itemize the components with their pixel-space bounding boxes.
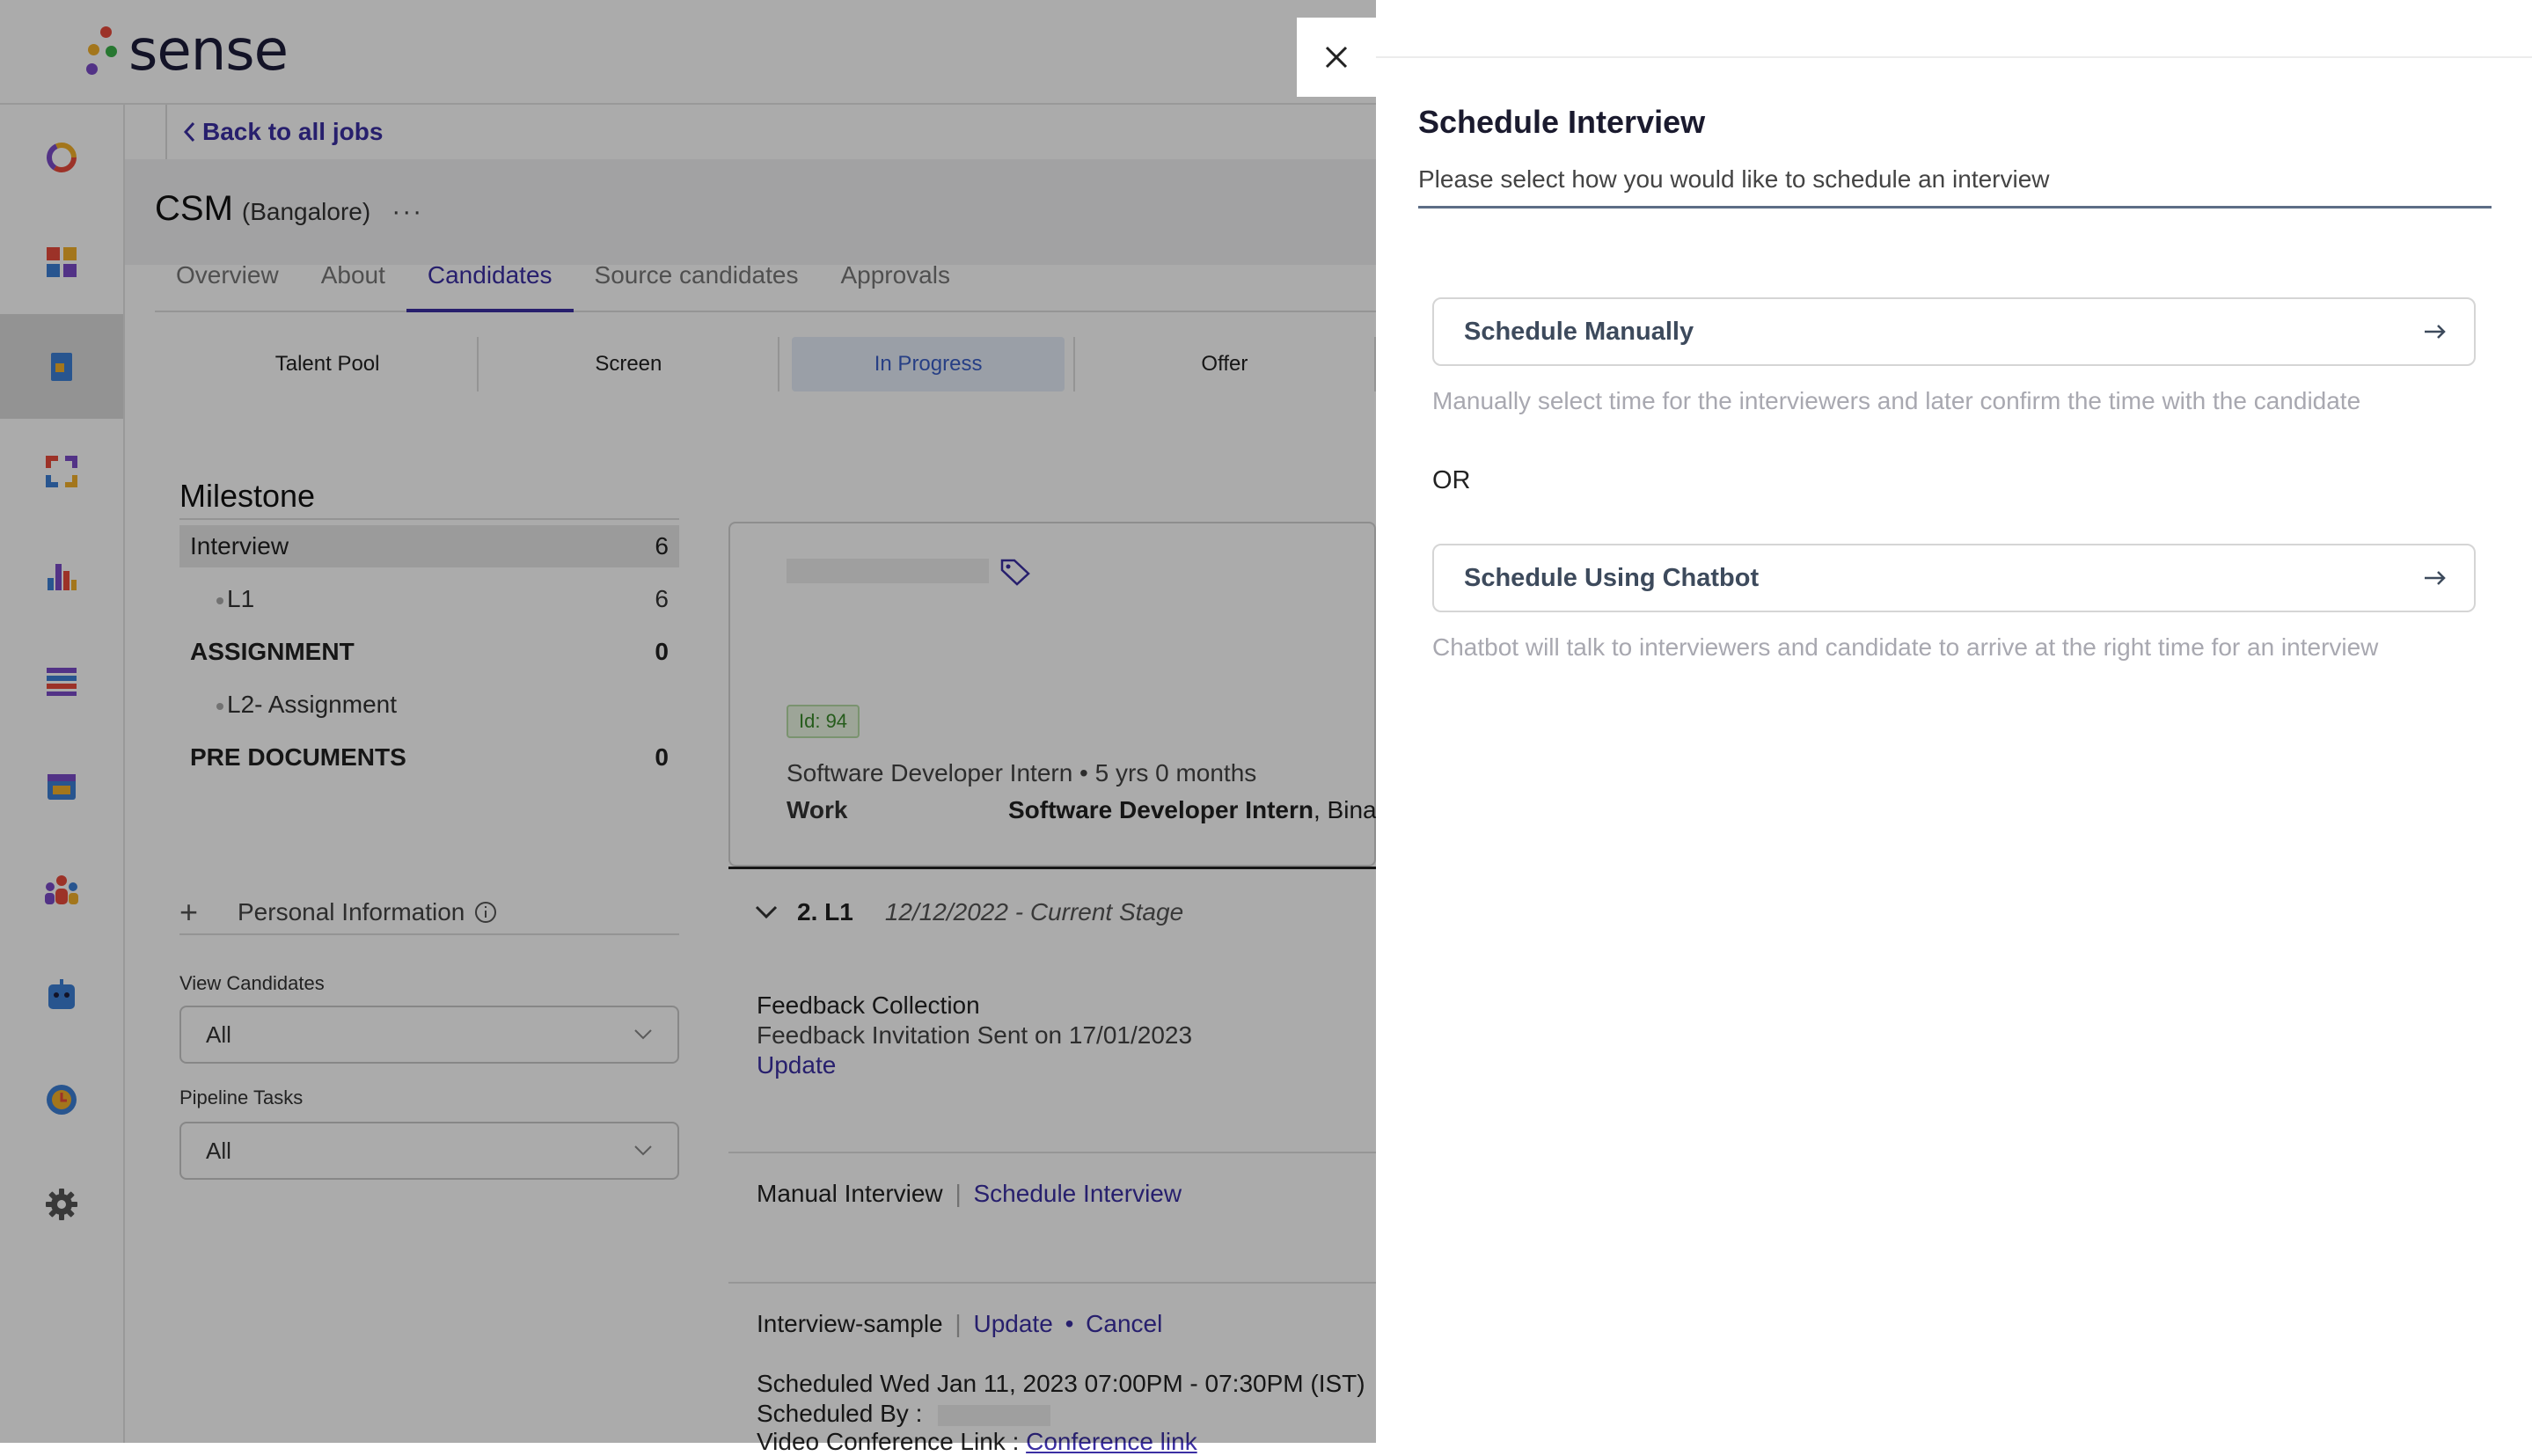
panel-title: Schedule Interview xyxy=(1418,104,1706,140)
schedule-interview-panel: Schedule Interview Please select how you… xyxy=(1376,0,2532,1443)
close-icon xyxy=(1325,46,1348,69)
modal-overlay[interactable] xyxy=(0,0,1376,1443)
schedule-manually-button[interactable]: Schedule Manually xyxy=(1432,297,2476,366)
or-divider-text: OR xyxy=(1432,466,1471,494)
panel-divider xyxy=(1376,56,2532,58)
schedule-chatbot-label: Schedule Using Chatbot xyxy=(1464,563,1760,592)
schedule-manually-desc: Manually select time for the interviewer… xyxy=(1432,387,2361,414)
panel-subtitle: Please select how you would like to sche… xyxy=(1418,165,2492,209)
arrow-right-icon xyxy=(2425,571,2446,585)
schedule-manually-label: Schedule Manually xyxy=(1464,317,1694,346)
arrow-right-icon xyxy=(2425,325,2446,339)
close-button[interactable] xyxy=(1297,18,1376,97)
schedule-chatbot-desc: Chatbot will talk to interviewers and ca… xyxy=(1432,633,2379,661)
schedule-chatbot-button[interactable]: Schedule Using Chatbot xyxy=(1432,544,2476,612)
